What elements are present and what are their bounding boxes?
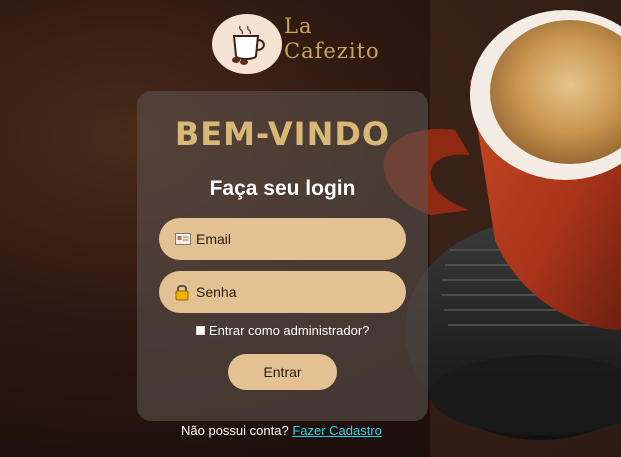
submit-login-button[interactable]: Entrar [228,354,337,390]
email-field-wrapper[interactable] [159,218,406,260]
password-field-wrapper[interactable] [159,271,406,313]
signup-question: Não possui conta? [181,423,289,438]
brand-logo: La Cafezito [212,12,379,78]
signup-link[interactable]: Fazer Cadastro [292,423,382,438]
admin-checkbox-label: Entrar como administrador? [209,323,370,338]
padlock-icon [175,283,193,301]
brand-name: La Cafezito [284,14,380,64]
login-title: Faça seu login [209,177,356,200]
coffee-cup-icon [212,14,282,74]
email-input[interactable] [196,231,396,247]
email-card-icon [175,230,193,248]
brand-line-1: La [284,14,313,38]
admin-checkbox[interactable] [196,326,205,335]
brand-line-2: Cafezito [284,39,380,63]
signup-prompt: Não possui conta? Fazer Cadastro [181,423,382,438]
welcome-heading: BEM-VINDO [174,115,391,153]
admin-login-option[interactable]: Entrar como administrador? [196,323,369,338]
login-card: BEM-VINDO Faça seu login Entrar como adm… [137,91,428,421]
password-input[interactable] [196,284,396,300]
